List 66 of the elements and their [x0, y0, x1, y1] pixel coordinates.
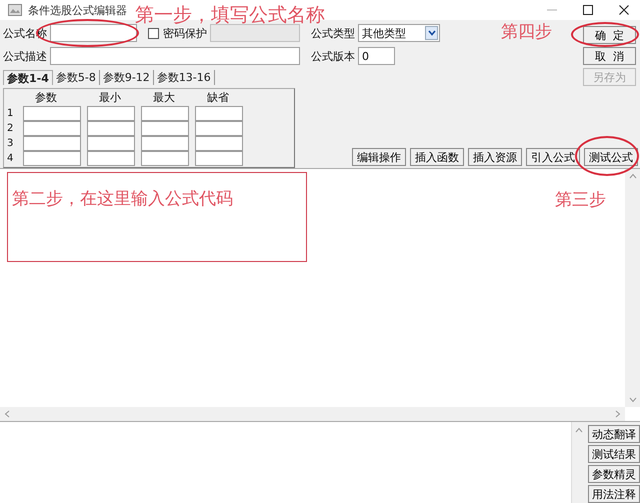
parameter-field[interactable]	[195, 121, 243, 136]
parameter-field[interactable]	[87, 151, 135, 166]
parameter-field[interactable]	[87, 121, 135, 136]
app-icon	[8, 4, 22, 16]
row-number: 4	[7, 152, 14, 166]
toolbar-button[interactable]: 插入资源	[468, 148, 522, 166]
parameter-field[interactable]	[23, 136, 81, 151]
toolbar-button[interactable]: 编辑操作	[352, 148, 406, 166]
parameter-field[interactable]	[195, 106, 243, 121]
parameter-field[interactable]	[87, 136, 135, 151]
parameter-field[interactable]	[23, 121, 81, 136]
scroll-down-icon[interactable]	[628, 397, 636, 403]
highlight-ellipse	[571, 22, 639, 47]
type-dropdown[interactable]: 其他类型	[358, 24, 440, 42]
version-field[interactable]: 0	[358, 47, 395, 65]
side-button[interactable]: 参数精灵	[588, 465, 640, 483]
scroll-up-icon[interactable]	[628, 173, 636, 179]
scroll-left-icon[interactable]	[4, 410, 10, 418]
scroll-right-icon[interactable]	[615, 410, 621, 418]
row-number: 2	[7, 122, 14, 136]
caret-icon	[425, 26, 438, 40]
tab[interactable]: 参数1-4	[3, 70, 53, 85]
row-number: 1	[7, 107, 14, 121]
field-label: 公式描述	[3, 48, 47, 64]
tab[interactable]: 参数9-12	[100, 70, 154, 85]
password-checkbox[interactable]	[148, 28, 159, 38]
annotation-text: 第四步	[501, 21, 552, 43]
annotation-text: 第三步	[555, 189, 606, 211]
scrollbar[interactable]	[625, 169, 640, 407]
scroll-up-icon[interactable]	[575, 427, 583, 433]
parameter-field[interactable]	[141, 151, 189, 166]
column-header: 最大	[152, 91, 176, 106]
toolbar-button[interactable]: 测试公式	[584, 148, 638, 166]
parameter-field[interactable]	[23, 151, 81, 166]
row-number: 3	[7, 137, 14, 151]
highlight-ellipse	[575, 136, 639, 176]
side-button[interactable]: 测试结果	[588, 445, 640, 463]
column-header: 缺省	[206, 91, 230, 106]
toolbar-button[interactable]: 插入函数	[410, 148, 464, 166]
dialog-button[interactable]: 取 消	[583, 47, 636, 65]
parameter-field[interactable]	[195, 151, 243, 166]
annotation-text: 第二步，在这里输入公式代码	[12, 188, 233, 210]
close-icon[interactable]	[618, 4, 630, 16]
field-label: 公式类型	[311, 26, 355, 40]
window-title: 条件选股公式编辑器	[28, 2, 127, 18]
parameter-field[interactable]	[23, 106, 81, 121]
name-field[interactable]	[50, 24, 137, 42]
side-button[interactable]: 动态翻译	[588, 425, 640, 443]
annotation-text: 第一步，填写公式名称	[135, 3, 325, 28]
side-button[interactable]: 用法注释	[588, 485, 640, 503]
parameter-field[interactable]	[141, 106, 189, 121]
column-header: 最小	[98, 91, 122, 106]
parameter-field[interactable]	[141, 136, 189, 151]
description-field[interactable]	[50, 47, 300, 65]
checkbox-label: 密码保护	[163, 26, 207, 40]
parameter-field[interactable]	[141, 121, 189, 136]
parameter-field[interactable]	[195, 136, 243, 151]
maximize-icon[interactable]	[582, 4, 594, 16]
toolbar-button[interactable]: 引入公式	[526, 148, 580, 166]
tab[interactable]: 参数13-16	[154, 70, 215, 85]
scrollbar[interactable]	[0, 407, 625, 421]
dialog-button[interactable]: 确 定	[583, 26, 636, 44]
tab[interactable]: 参数5-8	[52, 70, 100, 85]
field-label: 公式版本	[311, 48, 355, 64]
column-header: 参数	[34, 91, 58, 106]
parameter-field[interactable]	[87, 106, 135, 121]
